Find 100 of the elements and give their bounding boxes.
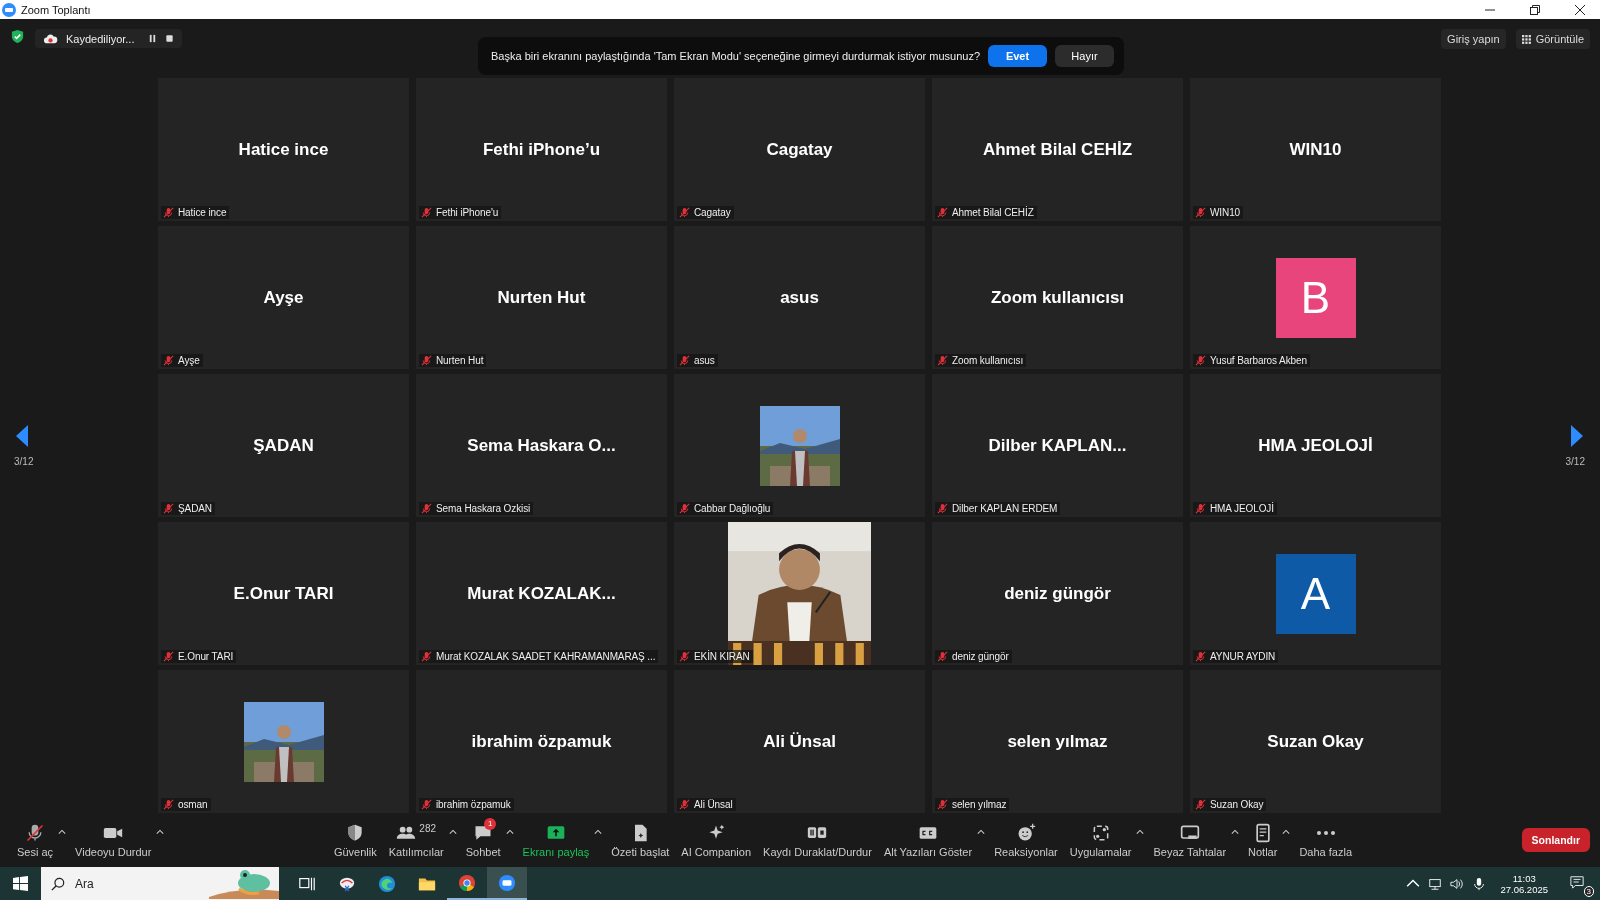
participant-name: Cagatay	[766, 139, 833, 160]
toolbar-button[interactable]: Özeti başlat	[608, 820, 673, 860]
toolbar-button[interactable]: 1 Sohbet	[462, 820, 504, 860]
muted-mic-icon	[163, 355, 174, 366]
muted-mic-icon	[937, 207, 948, 218]
caret-icon[interactable]	[505, 828, 514, 835]
yes-button[interactable]: Evet	[988, 45, 1047, 67]
toolbar-button[interactable]: Kaydı Duraklat/Durdur	[760, 820, 875, 860]
participant-name: HMA JEOLOJİ	[1258, 435, 1373, 456]
muted-mic-icon	[1195, 651, 1206, 662]
participant-name: Nurten Hut	[497, 287, 586, 308]
muted-mic-icon	[937, 651, 948, 662]
previous-page-arrow-icon[interactable]	[14, 424, 30, 448]
stop-icon[interactable]	[165, 34, 175, 43]
clock-time: 11:03	[1512, 872, 1536, 884]
caret-icon[interactable]	[156, 828, 165, 835]
muted-mic-icon	[1195, 503, 1206, 514]
participant-name-label: E.Onur TARI	[178, 651, 234, 662]
participant-name: Fethi iPhone’u	[482, 139, 601, 160]
toolbar-button[interactable]: Notlar	[1245, 820, 1281, 860]
participant-name-label: AYNUR AYDIN	[1210, 651, 1276, 662]
participant-name: Dilber KAPLAN...	[988, 435, 1127, 456]
muted-mic-icon	[421, 651, 432, 662]
stop-video-button[interactable]: Videoyu Durdur	[72, 820, 155, 860]
muted-mic-icon	[679, 799, 690, 810]
frog-illustration-icon	[209, 868, 279, 899]
participant-name: selen yılmaz	[1007, 731, 1108, 752]
toolbar-button[interactable]: Alt Yazıları Göster	[880, 820, 976, 860]
recording-status: Kaydediliyor...	[66, 32, 135, 45]
participant-name-label: Sema Haskara Ozkisi	[436, 503, 531, 514]
muted-mic-icon	[937, 799, 948, 810]
participant-name: E.Onur TARI	[233, 583, 334, 604]
no-button[interactable]: Hayır	[1055, 45, 1114, 67]
muted-mic-icon	[421, 355, 432, 366]
muted-mic-icon	[1195, 799, 1206, 810]
pause-icon[interactable]	[148, 34, 158, 43]
participant-name: Zoom kullanıcısı	[990, 287, 1125, 308]
participant-name: ibrahim özpamuk	[471, 731, 612, 752]
muted-mic-icon	[937, 355, 948, 366]
taskbar-search-field[interactable]: Ara	[41, 867, 279, 900]
participant-name: Ayşe	[263, 287, 304, 308]
muted-mic-icon	[421, 207, 432, 218]
participant-name-label: HMA JEOLOJİ	[1210, 503, 1274, 514]
avatar-initial: A	[1275, 553, 1356, 634]
window-title: Zoom Toplantı	[21, 3, 91, 16]
sign-in-button[interactable]: Giriş yapın	[1441, 29, 1506, 49]
caret-icon[interactable]	[1282, 828, 1291, 835]
unread-badge: 1	[484, 817, 497, 830]
toolbar-button[interactable]: 282 Katılımcılar	[385, 820, 447, 860]
end-meeting-button[interactable]: Sonlandır	[1521, 828, 1590, 852]
toolbar-button[interactable]: Daha fazla	[1296, 820, 1355, 860]
caret-icon[interactable]	[448, 828, 457, 835]
participant-name-label: ŞADAN	[178, 503, 212, 514]
muted-mic-icon	[679, 207, 690, 218]
unmute-button[interactable]: Sesi aç	[14, 820, 57, 860]
toolbar-button[interactable]: Uygulamalar	[1066, 820, 1135, 860]
participant-name: ŞADAN	[253, 435, 314, 456]
participant-name-label: Cagatay	[694, 207, 731, 218]
caret-icon[interactable]	[58, 828, 67, 835]
avatar-initial: B	[1275, 257, 1356, 338]
participant-name: deniz güngör	[1004, 583, 1111, 604]
participant-name-label: Dilber KAPLAN ERDEM	[952, 503, 1058, 514]
participant-name-label: Ayşe	[178, 355, 200, 366]
toolbar-button[interactable]: AI Companion	[678, 820, 755, 860]
toolbar-button[interactable]: Güvenlik	[330, 820, 380, 860]
toolbar-button[interactable]: Reaksiyonlar	[991, 820, 1061, 860]
participant-name-label: Fethi iPhone'u	[436, 207, 499, 218]
muted-mic-icon	[163, 651, 174, 662]
participant-count: 282	[419, 822, 437, 834]
participant-name: Suzan Okay	[1267, 731, 1364, 752]
muted-mic-icon	[679, 355, 690, 366]
search-icon	[51, 876, 65, 891]
participant-name-label: selen yılmaz	[952, 799, 1007, 810]
participant-name-label: Hatice ince	[178, 207, 227, 218]
toolbar-button[interactable]: Beyaz Tahtalar	[1150, 820, 1230, 860]
muted-mic-icon	[679, 503, 690, 514]
caret-icon[interactable]	[1231, 828, 1240, 835]
shield-check-icon[interactable]	[10, 29, 25, 44]
prompt-message: Başka biri ekranını paylaştığında 'Tam Ekran Modu' seçeneğine girmeyi durdurmak istiyor musunuz?	[491, 50, 981, 62]
next-page-arrow-icon[interactable]	[1569, 424, 1585, 448]
participant-name-label: Nurten Hut	[436, 355, 484, 366]
participant-name-label: Murat KOZALAK SAADET KAHRAMANMARAŞ ...	[436, 651, 656, 662]
more-icon	[1315, 829, 1336, 836]
participant-name-label: Suzan Okay	[1210, 799, 1264, 810]
participant-name-label: EKİN KIRAN	[694, 651, 750, 662]
participant-name-label: Yusuf Barbaros Akben	[1210, 355, 1307, 366]
participant-name-label: Ahmet Bilal CEHİZ	[952, 207, 1034, 218]
participant-name: Hatice ince	[238, 139, 329, 160]
search-input[interactable]: Ara	[73, 875, 197, 892]
caret-icon[interactable]	[1136, 828, 1145, 835]
caret-icon[interactable]	[594, 828, 603, 835]
view-button[interactable]: Görüntüle	[1515, 29, 1590, 49]
participant-name: Ahmet Bilal CEHİZ	[982, 139, 1133, 160]
participant-name: WIN10	[1289, 139, 1342, 160]
caret-icon[interactable]	[977, 828, 986, 835]
muted-mic-icon	[163, 503, 174, 514]
page-indicator: 3/12	[1565, 456, 1585, 467]
muted-mic-icon	[1195, 207, 1206, 218]
muted-mic-icon	[1195, 355, 1206, 366]
toolbar-button[interactable]: Ekranı paylaş	[519, 820, 593, 860]
